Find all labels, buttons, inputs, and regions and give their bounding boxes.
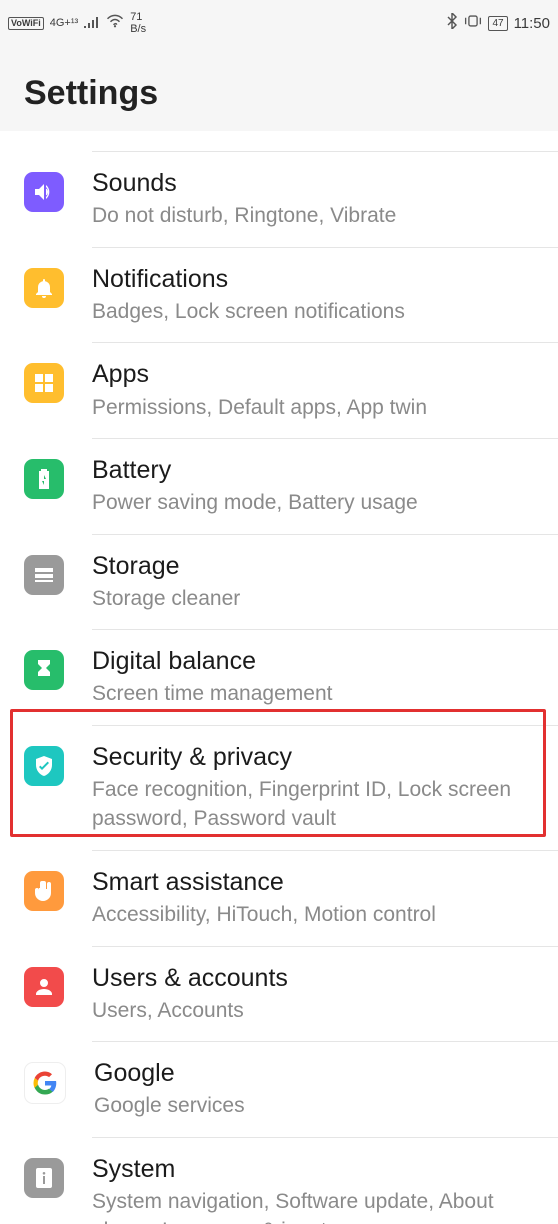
row-apps[interactable]: Apps Permissions, Default apps, App twin	[0, 343, 558, 438]
row-title: Apps	[92, 359, 548, 390]
row-title: Digital balance	[92, 646, 548, 677]
row-smart-assistance[interactable]: Smart assistance Accessibility, HiTouch,…	[0, 851, 558, 946]
row-subtitle: Screen time management	[92, 679, 548, 708]
shield-icon	[24, 746, 64, 786]
settings-list[interactable]: Sounds Do not disturb, Ringtone, Vibrate…	[0, 131, 558, 1224]
page-header: Settings	[0, 46, 558, 131]
row-subtitle: Google services	[94, 1091, 548, 1120]
row-title: Security & privacy	[92, 742, 548, 773]
row-subtitle: Storage cleaner	[92, 584, 548, 613]
row-subtitle: System navigation, Software update, Abou…	[92, 1187, 548, 1224]
row-security-privacy[interactable]: Security & privacy Face recognition, Fin…	[0, 726, 558, 850]
row-title: Smart assistance	[92, 867, 548, 898]
row-subtitle: Power saving mode, Battery usage	[92, 488, 548, 517]
row-notifications[interactable]: Notifications Badges, Lock screen notifi…	[0, 248, 558, 343]
row-title: Storage	[92, 551, 548, 582]
speaker-icon	[24, 172, 64, 212]
row-title: Battery	[92, 455, 548, 486]
row-subtitle: Badges, Lock screen notifications	[92, 297, 548, 326]
row-system[interactable]: System System navigation, Software updat…	[0, 1138, 558, 1224]
row-title: Users & accounts	[92, 963, 548, 994]
vibrate-icon	[464, 13, 482, 33]
status-bar: VoWiFi 4G+¹³ 71B/s 47 11:50	[0, 0, 558, 46]
row-subtitle: Face recognition, Fingerprint ID, Lock s…	[92, 775, 548, 834]
hand-icon	[24, 871, 64, 911]
net-speed: 71B/s	[130, 11, 146, 35]
bell-icon	[24, 268, 64, 308]
info-icon	[24, 1158, 64, 1198]
grid-icon	[24, 363, 64, 403]
page-title: Settings	[24, 74, 534, 113]
person-icon	[24, 967, 64, 1007]
row-subtitle: Accessibility, HiTouch, Motion control	[92, 900, 548, 929]
battery-icon	[24, 459, 64, 499]
hourglass-icon	[24, 650, 64, 690]
row-storage[interactable]: Storage Storage cleaner	[0, 535, 558, 630]
row-sounds[interactable]: Sounds Do not disturb, Ringtone, Vibrate	[0, 152, 558, 247]
google-icon	[24, 1062, 66, 1104]
row-title: Sounds	[92, 168, 548, 199]
row-title: System	[92, 1154, 548, 1185]
clock: 11:50	[514, 15, 550, 32]
row-google[interactable]: Google Google services	[0, 1042, 558, 1137]
row-digital-balance[interactable]: Digital balance Screen time management	[0, 630, 558, 725]
row-battery[interactable]: Battery Power saving mode, Battery usage	[0, 439, 558, 534]
row-title: Google	[94, 1058, 548, 1089]
wifi-icon	[106, 14, 124, 32]
row-title: Notifications	[92, 264, 548, 295]
battery-icon: 47	[488, 16, 507, 31]
signal-icon	[84, 15, 100, 32]
vowifi-badge: VoWiFi	[8, 17, 44, 30]
row-subtitle: Permissions, Default apps, App twin	[92, 393, 548, 422]
row-users-accounts[interactable]: Users & accounts Users, Accounts	[0, 947, 558, 1042]
network-label: 4G+¹³	[50, 17, 78, 29]
bluetooth-icon	[446, 13, 458, 33]
row-subtitle: Do not disturb, Ringtone, Vibrate	[92, 201, 548, 230]
row-subtitle: Users, Accounts	[92, 996, 548, 1025]
drive-icon	[24, 555, 64, 595]
